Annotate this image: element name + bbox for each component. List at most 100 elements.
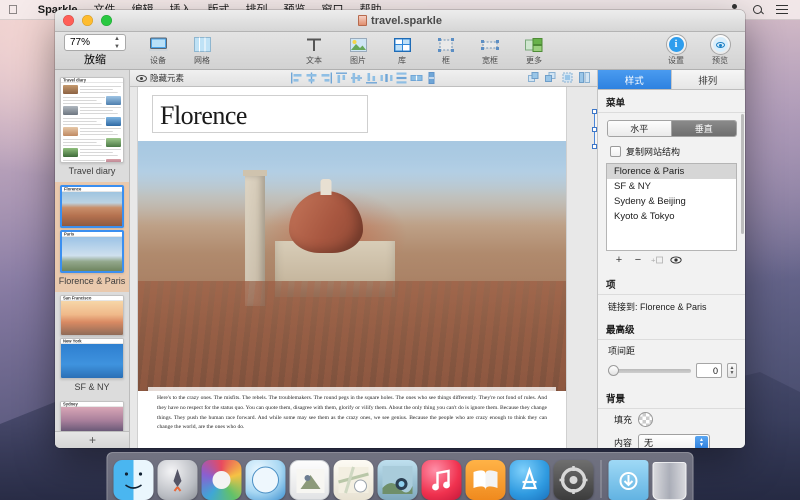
apple-icon[interactable]:  (8, 3, 18, 16)
spacing-value[interactable]: 0 (696, 363, 722, 378)
layer-forward-icon[interactable] (545, 72, 557, 84)
photos-icon[interactable] (378, 460, 418, 500)
mission-control-icon[interactable] (202, 460, 242, 500)
segment-horizontal[interactable]: 水平 (608, 121, 672, 136)
spacing-slider[interactable] (608, 369, 691, 373)
ibooks-icon[interactable] (466, 460, 506, 500)
device-button[interactable]: 设备 (141, 35, 175, 66)
copy-structure-row[interactable]: 复制网站结构 (606, 144, 737, 161)
hero-photo-florence[interactable] (138, 141, 566, 391)
align-top-icon[interactable] (335, 72, 347, 84)
resize-handle[interactable] (592, 109, 597, 114)
system-preferences-icon[interactable] (554, 460, 594, 500)
page-canvas[interactable]: Florence Here's to the crazy ones. The m… (138, 87, 566, 448)
copy-structure-checkbox[interactable] (610, 146, 621, 157)
device-label: 设备 (150, 55, 166, 66)
grid-button[interactable]: 网格 (185, 35, 219, 66)
image-icon (350, 35, 367, 54)
insert-library-button[interactable]: 库 (385, 35, 419, 66)
content-select[interactable]: 无 ▲▼ (638, 434, 710, 448)
preview-button[interactable]: 预览 (703, 35, 737, 66)
insert-image-button[interactable]: 图片 (341, 35, 375, 66)
align-icon-group (290, 72, 437, 84)
spacing-stepper[interactable]: ▲▼ (727, 363, 737, 378)
page-entry-travel-diary[interactable]: Travel diary Travel diary (55, 74, 129, 182)
resize-handle[interactable] (592, 127, 597, 132)
add-page-button[interactable]: + (55, 431, 130, 448)
tab-style[interactable]: 样式 (598, 70, 672, 89)
slider-knob[interactable] (608, 365, 619, 376)
menu-element-item[interactable]: Florence & Paris (595, 114, 597, 123)
tab-arrange[interactable]: 排列 (672, 70, 746, 89)
search-icon[interactable] (752, 4, 764, 16)
section-background-title: 背景 (598, 386, 745, 409)
finder-icon[interactable] (114, 460, 154, 500)
ungroup-icon[interactable] (579, 72, 591, 84)
resize-handle[interactable] (592, 144, 597, 149)
thumbnail-title: Sydney (63, 402, 78, 407)
page-thumbnail[interactable]: New York (60, 338, 124, 379)
menu-items-list[interactable]: Florence & Paris SF & NY Sydeny & Beijin… (606, 163, 737, 251)
title-bar[interactable]: travel.sparkle (55, 10, 745, 32)
mail-icon[interactable] (290, 460, 330, 500)
page-thumbnail[interactable]: Florence (60, 185, 124, 228)
align-right-icon[interactable] (320, 72, 332, 84)
group-icon[interactable] (562, 72, 574, 84)
insert-more-button[interactable]: 更多 (517, 35, 551, 66)
zoom-field[interactable]: 77% ▲▼ (64, 34, 126, 51)
insert-wide-box-button[interactable]: 宽框 (473, 35, 507, 66)
space-h-icon[interactable] (410, 72, 422, 84)
visibility-icon[interactable] (670, 254, 682, 266)
hide-elements-toggle[interactable]: 隐藏元素 (136, 72, 184, 84)
list-item[interactable]: Florence & Paris (607, 164, 736, 179)
segment-vertical[interactable]: 垂直 (671, 121, 736, 136)
insert-text-button[interactable]: 文本 (297, 35, 331, 66)
list-item[interactable]: Sydeny & Beijing (607, 194, 736, 209)
itunes-icon[interactable] (422, 460, 462, 500)
page-entry-florence-paris[interactable]: Florence Paris Florence & Paris (55, 182, 129, 292)
zoom-stepper[interactable]: ▲▼ (114, 36, 123, 50)
page-thumbnail[interactable]: Paris (60, 230, 124, 273)
thumbnail-hero-image (61, 301, 123, 335)
body-text-block[interactable]: Here's to the crazy ones. The misfits. T… (148, 387, 556, 440)
canvas-area[interactable]: Florence Here's to the crazy ones. The m… (130, 87, 597, 448)
page-thumbnail[interactable]: San Francisco (60, 295, 124, 336)
downloads-folder-icon[interactable] (609, 460, 649, 500)
add-group-icon[interactable]: + (651, 254, 663, 266)
space-v-icon[interactable] (425, 72, 437, 84)
list-item[interactable]: SF & NY (607, 179, 736, 194)
inspector-scrollbar[interactable] (741, 114, 744, 234)
zoom-control[interactable]: 77% ▲▼ 放缩 (63, 34, 127, 67)
settings-button[interactable]: i 设置 (659, 35, 693, 66)
align-left-icon[interactable] (290, 72, 302, 84)
link-to-value[interactable]: 链接到: Florence & Paris (598, 295, 745, 317)
insert-image-label: 图片 (350, 55, 366, 66)
list-item[interactable]: Kyoto & Tokyo (607, 209, 736, 224)
list-icon[interactable] (776, 4, 788, 16)
page-entry-sf-ny[interactable]: San Francisco New York SF & NY (55, 292, 129, 398)
title-text-box[interactable] (152, 95, 368, 133)
remove-icon[interactable]: − (632, 254, 644, 266)
insert-box-button[interactable]: 框 (429, 35, 463, 66)
distribute-h-icon[interactable] (380, 72, 392, 84)
orientation-segmented-control[interactable]: 水平 垂直 (607, 120, 737, 137)
align-middle-icon[interactable] (350, 72, 362, 84)
launchpad-icon[interactable] (158, 460, 198, 500)
page-thumbnail[interactable]: Travel diary (60, 77, 124, 163)
selected-menu-element[interactable]: Florence & Paris SF & NY Sydeny & Beijin… (594, 111, 597, 147)
align-bottom-icon[interactable] (365, 72, 377, 84)
maps-icon[interactable] (334, 460, 374, 500)
grid-icon (194, 35, 211, 54)
spacing-slider-row[interactable]: 0 ▲▼ (606, 360, 737, 380)
align-center-icon[interactable] (305, 72, 317, 84)
app-store-icon[interactable] (510, 460, 550, 500)
menu-element-item[interactable]: Sydeny & Beijing (595, 132, 597, 141)
align-toolbar: 隐藏元素 (130, 70, 597, 87)
trash-icon[interactable] (653, 462, 687, 500)
add-icon[interactable]: + (613, 254, 625, 266)
fill-color-swatch[interactable] (638, 412, 653, 427)
distribute-v-icon[interactable] (395, 72, 407, 84)
safari-icon[interactable] (246, 460, 286, 500)
layer-back-icon[interactable] (528, 72, 540, 84)
zoom-label: 放缩 (84, 51, 106, 67)
